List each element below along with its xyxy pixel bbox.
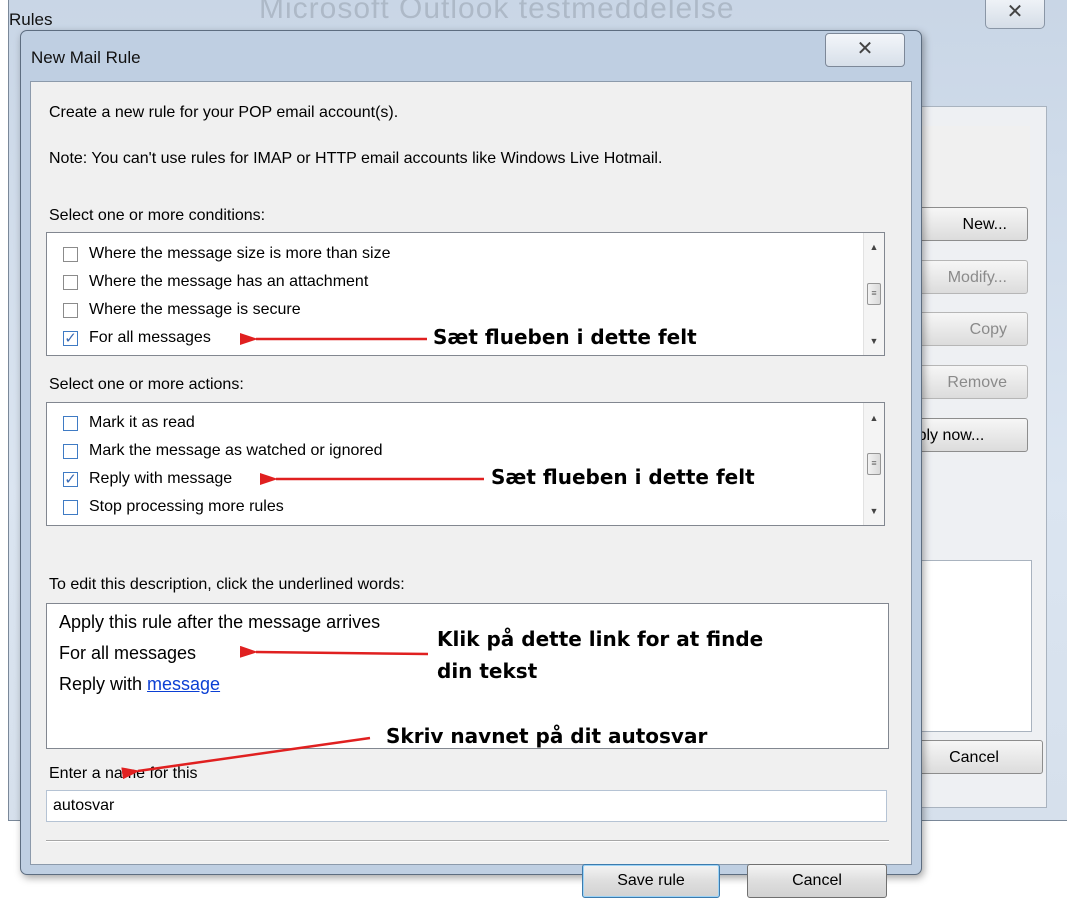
checkbox[interactable] [63, 499, 78, 515]
conditions-annotation: Sæt flueben i dette felt [433, 325, 697, 349]
grip-icon: ≡ [871, 288, 877, 298]
rules-modify-button[interactable]: Modify... [905, 260, 1028, 294]
condition-label: Where the message has an attachment [89, 273, 369, 290]
condition-item[interactable]: ✓ For all messages [63, 325, 211, 351]
actions-annotation: Sæt flueben i dette felt [491, 465, 755, 489]
scroll-up-icon[interactable]: ▲ [864, 237, 884, 257]
dialog-close-button[interactable]: ✕ [825, 33, 905, 67]
check-icon: ✓ [64, 470, 77, 488]
action-label: Mark the message as watched or ignored [89, 442, 383, 459]
cancel-button[interactable]: Cancel [747, 864, 887, 898]
action-item[interactable]: Mark it as read [63, 410, 195, 436]
actions-scrollbar[interactable]: ▲ ≡ ▼ [863, 403, 884, 525]
checkbox[interactable] [63, 415, 78, 431]
rules-description-list [905, 560, 1032, 732]
description-label: To edit this description, click the unde… [49, 576, 405, 593]
description-line: For all messages [59, 643, 197, 663]
scroll-down-icon[interactable]: ▼ [864, 331, 884, 351]
description-text: Reply with [59, 674, 148, 694]
dialog-title: New Mail Rule [31, 48, 141, 67]
name-annotation: Skriv navnet på dit autosvar [386, 724, 708, 748]
save-rule-button[interactable]: Save rule [582, 864, 720, 898]
checkbox-checked[interactable]: ✓ [63, 329, 78, 347]
condition-item[interactable]: Where the message has an attachment [63, 269, 368, 295]
rules-copy-button[interactable]: Copy [905, 312, 1028, 346]
condition-label: Where the message size is more than size [89, 245, 391, 262]
intro-text: Create a new rule for your POP email acc… [49, 104, 399, 121]
rules-new-button[interactable]: New... [905, 207, 1028, 241]
action-label: Reply with message [89, 470, 233, 487]
rules-window-title: Rules [9, 10, 53, 29]
actions-list[interactable]: Mark it as read Mark the message as watc… [46, 402, 885, 526]
checkbox[interactable] [63, 302, 78, 318]
action-item[interactable]: Stop processing more rules [63, 494, 284, 520]
conditions-label: Select one or more conditions: [49, 207, 266, 224]
condition-item[interactable]: Where the message size is more than size [63, 241, 390, 267]
condition-item[interactable]: Where the message is secure [63, 297, 301, 323]
rule-name-input[interactable] [46, 790, 887, 822]
action-item[interactable]: ✓ Reply with message [63, 466, 232, 492]
rules-apply-now-button[interactable]: Apply now... [905, 418, 1028, 452]
rules-cancel-button[interactable]: Cancel [905, 740, 1043, 774]
new-mail-rule-dialog: New Mail Rule ✕ Create a new rule for yo… [20, 30, 922, 898]
condition-label: For all messages [89, 329, 211, 346]
scroll-thumb[interactable]: ≡ [867, 283, 881, 305]
background-ghost-title: Microsoft Outlook testmeddelelse [259, 0, 735, 25]
separator [46, 840, 889, 842]
check-icon: ✓ [64, 329, 77, 347]
description-line: Apply this rule after the message arrive… [59, 612, 381, 632]
grip-icon: ≡ [871, 458, 877, 468]
action-label: Stop processing more rules [89, 498, 284, 515]
checkbox[interactable] [63, 443, 78, 459]
action-item[interactable]: Mark the message as watched or ignored [63, 438, 382, 464]
actions-label: Select one or more actions: [49, 376, 244, 393]
imap-note-text: Note: You can't use rules for IMAP or HT… [49, 150, 663, 167]
condition-label: Where the message is secure [89, 301, 301, 318]
rules-remove-button[interactable]: Remove [905, 365, 1028, 399]
close-icon: ✕ [1006, 1, 1024, 23]
close-icon: ✕ [856, 38, 874, 60]
description-line: Reply with message [59, 674, 220, 695]
checkbox[interactable] [63, 274, 78, 290]
checkbox-checked[interactable]: ✓ [63, 470, 78, 488]
link-annotation-line1: Klik på dette link for at finde [437, 627, 764, 651]
scroll-thumb[interactable]: ≡ [867, 453, 881, 475]
message-link[interactable]: message [147, 674, 220, 694]
rules-inner-pane [905, 126, 1030, 220]
checkbox[interactable] [63, 246, 78, 262]
conditions-scrollbar[interactable]: ▲ ≡ ▼ [863, 233, 884, 355]
scroll-down-icon[interactable]: ▼ [864, 501, 884, 521]
rules-close-button[interactable]: ✕ [985, 0, 1045, 29]
link-annotation-line2: din tekst [437, 659, 538, 683]
name-label: Enter a name for this [49, 765, 198, 782]
scroll-up-icon[interactable]: ▲ [864, 408, 884, 428]
action-label: Mark it as read [89, 414, 195, 431]
